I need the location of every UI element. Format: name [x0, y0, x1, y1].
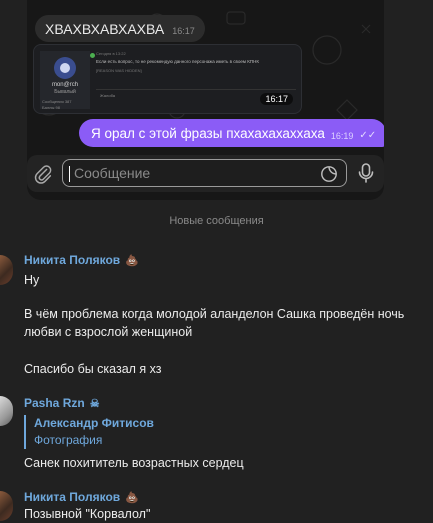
message-text: ХВАХВХАВХАХВА	[45, 20, 165, 37]
sender-name[interactable]: Никита Поляков 💩	[24, 253, 139, 267]
poop-emoji-icon: 💩	[125, 491, 139, 504]
message-text[interactable]: Ну	[24, 271, 39, 289]
reply-author: Александр Фитисов	[34, 416, 154, 430]
skull-emoji-icon: ☠	[89, 397, 100, 410]
sender-name[interactable]: Pasha Rzn ☠	[24, 396, 100, 410]
sender-name[interactable]: Никита Поляков 💩	[24, 490, 139, 504]
forum-stats-line: Сообщения 387	[42, 99, 72, 104]
forum-post-reason: [REASON WAS HIDDEN]	[96, 68, 142, 73]
sender-name-text: Никита Поляков	[24, 253, 121, 267]
incoming-message-bubble[interactable]: ХВАХВХАВХАХВА 16:17	[35, 15, 205, 42]
avatar[interactable]	[0, 491, 13, 521]
message-text[interactable]: Спасибо бы сказал я хз	[24, 360, 162, 378]
message-text[interactable]: Позывной "Корвалол"	[24, 505, 150, 523]
message-time: 16:17	[172, 25, 195, 36]
double-check-icon: ✓✓	[359, 129, 377, 141]
reply-text: Фотография	[34, 433, 103, 447]
forum-post-meta: Сегодня в 13:22	[96, 51, 126, 56]
forum-user-status: Бывалый	[54, 89, 76, 95]
sender-name-text: Pasha Rzn	[24, 396, 85, 410]
chat-view: ХВАХВХАВХАХВА 16:17 mon@rch Бывалый Сооб…	[0, 0, 433, 523]
photo-message[interactable]: mon@rch Бывалый Сообщения 387 Баллы 98 С…	[33, 44, 302, 114]
message-input[interactable]: Сообщение	[62, 159, 347, 187]
forum-avatar-icon	[54, 57, 76, 79]
sender-name-text: Никита Поляков	[24, 490, 121, 504]
forum-post-footer: Жалоба	[100, 93, 115, 98]
message-composer: Сообщение	[27, 155, 384, 192]
text-caret	[69, 166, 70, 182]
paperclip-icon[interactable]	[32, 163, 54, 185]
forum-stats-line: Баллы 98	[42, 105, 60, 110]
message-time: 16:19	[330, 130, 354, 141]
microphone-icon[interactable]	[356, 162, 376, 184]
message-text[interactable]: В чём проблема когда молодой аланделон С…	[24, 305, 424, 341]
forum-user-card: mon@rch Бывалый Сообщения 387 Баллы 98	[40, 51, 95, 110]
message-input-placeholder: Сообщение	[74, 165, 151, 181]
forum-user-name: mon@rch	[51, 82, 79, 88]
reply-preview[interactable]: Александр Фитисов Фотография	[24, 415, 154, 449]
new-messages-divider: Новые сообщения	[169, 215, 264, 227]
message-text: Я орал с этой фразы пхахахахаххаха	[91, 125, 325, 141]
embedded-screenshot[interactable]: ХВАХВХАВХАХВА 16:17 mon@rch Бывалый Сооб…	[27, 0, 384, 200]
forum-divider	[96, 89, 296, 90]
online-dot	[90, 53, 95, 58]
avatar[interactable]	[0, 396, 13, 426]
message-time: 16:17	[260, 93, 293, 105]
forum-post-text: Если есть вопрос, то не рекомендую данно…	[96, 59, 259, 64]
outgoing-message-bubble[interactable]: Я орал с этой фразы пхахахахаххаха 16:19…	[79, 119, 384, 147]
avatar[interactable]	[0, 255, 13, 285]
sticker-icon[interactable]	[320, 165, 338, 183]
message-text[interactable]: Санек похититель возрастных сердец	[24, 454, 244, 472]
poop-emoji-icon: 💩	[125, 254, 139, 267]
